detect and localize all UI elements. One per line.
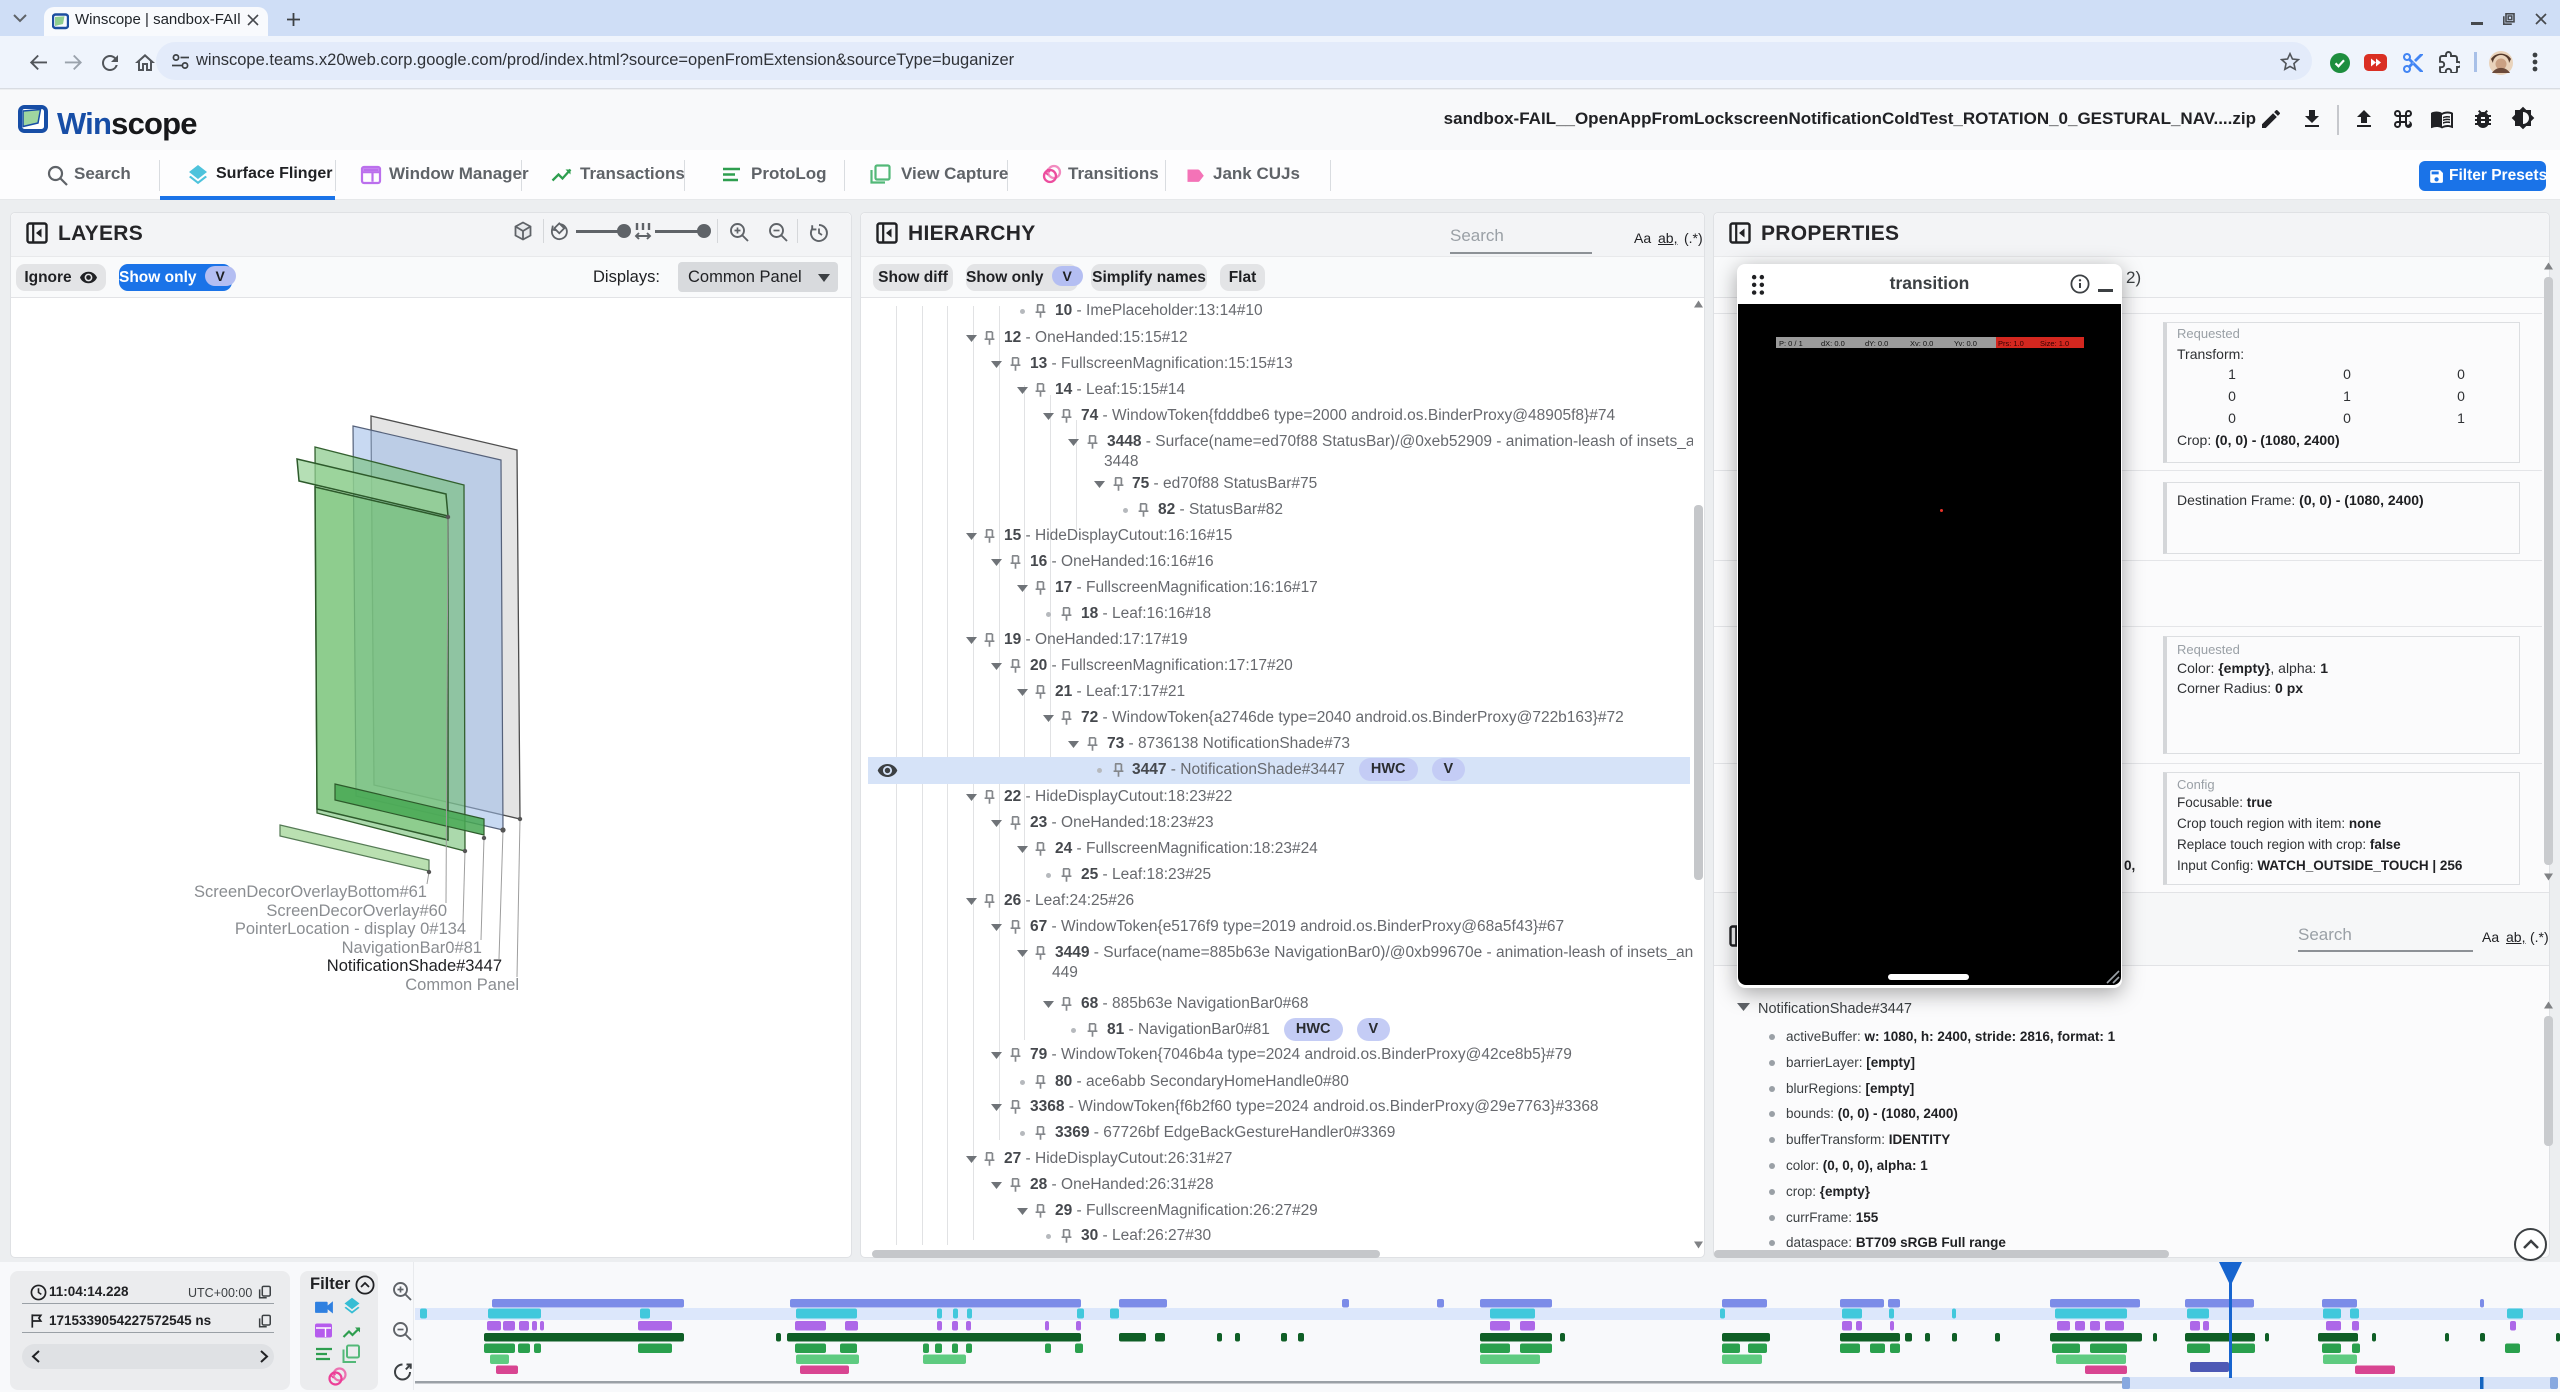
svg-text:PointerLocation - display 0#13: PointerLocation - display 0#134	[235, 920, 466, 938]
svg-text:Common Panel: Common Panel	[405, 976, 519, 994]
svg-text:NotificationShade#3447: NotificationShade#3447	[327, 957, 502, 975]
svg-text:NavigationBar0#81: NavigationBar0#81	[342, 939, 482, 957]
svg-text:ScreenDecorOverlay#60: ScreenDecorOverlay#60	[266, 902, 447, 920]
svg-text:ScreenDecorOverlayBottom#61: ScreenDecorOverlayBottom#61	[194, 883, 427, 901]
